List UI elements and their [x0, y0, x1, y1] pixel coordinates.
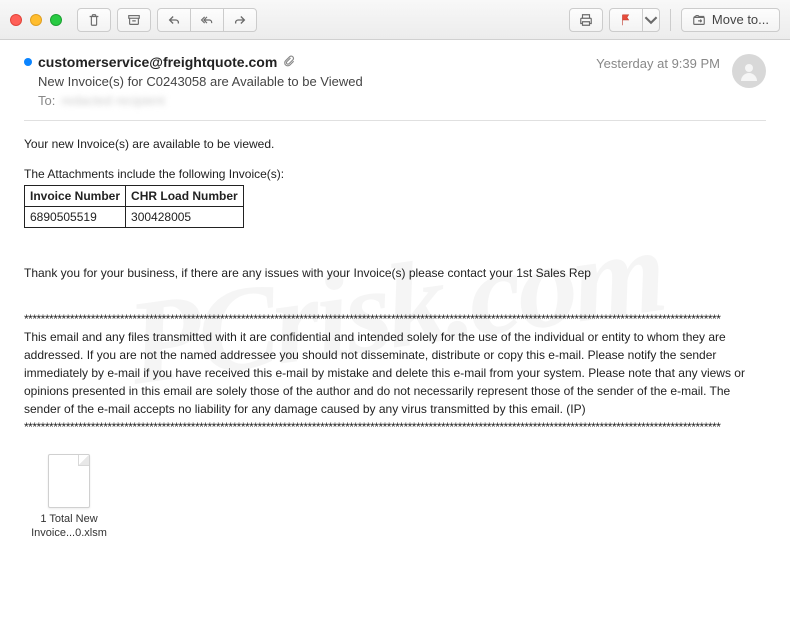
moveto-icon: [692, 13, 706, 27]
flag-icon: [619, 13, 633, 27]
flag-dropdown-button[interactable]: [642, 8, 660, 32]
printer-icon: [579, 13, 593, 27]
email-header: customerservice@freightquote.com New Inv…: [24, 54, 766, 108]
reply-group: [157, 8, 257, 32]
attachment-file[interactable]: 1 Total New Invoice...0.xlsm: [24, 454, 114, 541]
attachments-caption: The Attachments include the following In…: [24, 165, 766, 183]
body-disclaimer: This email and any files transmitted wit…: [24, 328, 766, 418]
move-to-button[interactable]: Move to...: [681, 8, 780, 32]
forward-button[interactable]: [223, 8, 257, 32]
reply-icon: [167, 13, 181, 27]
timestamp: Yesterday at 9:39 PM: [596, 56, 720, 71]
titlebar: Move to...: [0, 0, 790, 40]
chevron-down-icon: [644, 13, 658, 27]
reply-button[interactable]: [157, 8, 191, 32]
minimize-window-button[interactable]: [30, 14, 42, 26]
reply-all-button[interactable]: [190, 8, 224, 32]
move-to-label: Move to...: [712, 12, 769, 27]
avatar: [732, 54, 766, 88]
body-intro: Your new Invoice(s) are available to be …: [24, 135, 766, 153]
attachment-filename: 1 Total New Invoice...0.xlsm: [24, 512, 114, 541]
forward-icon: [233, 13, 247, 27]
body-thankyou: Thank you for your business, if there ar…: [24, 264, 766, 282]
window-controls: [10, 14, 62, 26]
invoice-table: Invoice Number CHR Load Number 689050551…: [24, 185, 244, 228]
paperclip-icon: [283, 55, 295, 70]
separator-stars-bottom: ****************************************…: [24, 418, 766, 436]
unread-indicator: [24, 58, 32, 66]
close-window-button[interactable]: [10, 14, 22, 26]
archive-button[interactable]: [117, 8, 151, 32]
email-body: Your new Invoice(s) are available to be …: [24, 135, 766, 436]
header-divider: [24, 120, 766, 121]
separator-stars-top: ****************************************…: [24, 310, 766, 328]
print-button[interactable]: [569, 8, 603, 32]
archive-icon: [127, 13, 141, 27]
sender-address[interactable]: customerservice@freightquote.com: [38, 54, 277, 70]
table-row: 6890505519 300428005: [25, 207, 244, 228]
flag-group: [609, 8, 660, 32]
email-content: PCrisk.com customerservice@freightquote.…: [0, 40, 790, 633]
maximize-window-button[interactable]: [50, 14, 62, 26]
col-load-number: CHR Load Number: [126, 186, 244, 207]
attachments-area: 1 Total New Invoice...0.xlsm: [24, 454, 766, 541]
col-invoice-number: Invoice Number: [25, 186, 126, 207]
email-subject: New Invoice(s) for C0243058 are Availabl…: [38, 74, 596, 89]
cell-load: 300428005: [126, 207, 244, 228]
to-line: To: redacted recipient: [38, 93, 596, 108]
to-label: To:: [38, 93, 55, 108]
trash-icon: [87, 13, 101, 27]
delete-button[interactable]: [77, 8, 111, 32]
toolbar-divider: [670, 9, 671, 31]
person-icon: [737, 59, 761, 83]
flag-button[interactable]: [609, 8, 643, 32]
toolbar: Move to...: [77, 8, 780, 32]
file-icon: [48, 454, 90, 508]
table-header-row: Invoice Number CHR Load Number: [25, 186, 244, 207]
to-value: redacted recipient: [61, 93, 164, 108]
mail-window: Move to... PCrisk.com customerservice@fr…: [0, 0, 790, 633]
reply-all-icon: [200, 13, 214, 27]
cell-invoice: 6890505519: [25, 207, 126, 228]
